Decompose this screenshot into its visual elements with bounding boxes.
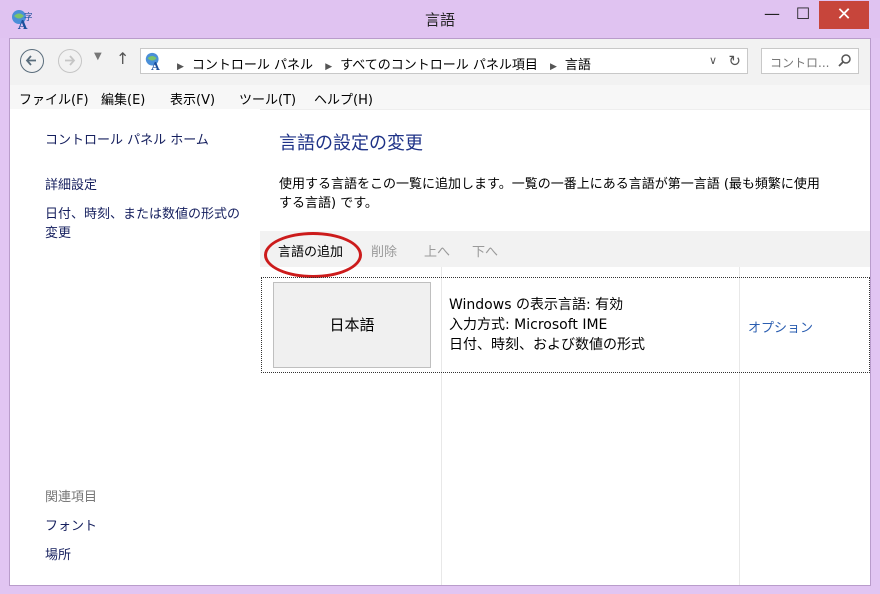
options-link[interactable]: オプション [748,317,813,336]
close-button[interactable]: ✕ [819,1,869,29]
format-status: 日付、時刻、および数値の形式 [449,337,645,353]
language-info: Windows の表示言語: 有効 入力方式: Microsoft IME 日付… [449,295,645,355]
menu-help[interactable]: ヘルプ(H) [314,89,373,108]
breadcrumb-separator-icon: ▶ [177,62,184,72]
window-client: ▼ ↑ A ▶ コントロール パネル ▶ すべてのコントロール パネル項目 ▶ 言語 … [9,38,871,586]
language-address-icon: A [144,51,164,75]
menu-edit[interactable]: 編集(E) [101,89,145,108]
language-toolbar: 言語の追加 削除 上へ 下へ [260,231,870,278]
menu-bar: ファイル(F) 編集(E) 表示(V) ツール(T) ヘルプ(H) [10,85,870,110]
advanced-settings-link[interactable]: 詳細設定 [45,174,97,193]
main-content: 言語の設定の変更 使用する言語をこの一覧に追加します。一覧の一番上にある言語が第… [260,109,870,585]
breadcrumb: ▶ コントロール パネル ▶ すべてのコントロール パネル項目 ▶ 言語 [169,54,591,73]
up-arrow-icon[interactable]: ↑ [116,49,129,68]
search-placeholder: コントロ... [770,56,830,70]
breadcrumb-item[interactable]: 言語 [565,58,591,73]
datetime-format-link-line2[interactable]: 変更 [45,222,71,241]
input-method-status: 入力方式: Microsoft IME [449,317,608,333]
breadcrumb-item[interactable]: コントロール パネル [192,58,313,73]
menu-file[interactable]: ファイル(F) [19,89,89,108]
forward-button[interactable] [58,49,82,73]
window-title: 言語 [424,11,455,29]
location-link[interactable]: 場所 [45,544,71,563]
page-title: 言語の設定の変更 [279,133,423,154]
fonts-link[interactable]: フォント [45,515,97,534]
search-icon[interactable] [838,53,852,71]
maximize-button[interactable]: ☐ [788,1,818,29]
address-history-chevron-icon[interactable]: ∨ [709,54,717,67]
title-bar[interactable]: A 字 言語 — ☐ ✕ [0,0,880,38]
page-description: 使用する言語をこの一覧に追加します。一覧の一番上にある言語が第一言語 (最も頻繁… [279,175,859,213]
search-input[interactable]: コントロ... [761,48,859,74]
control-panel-home-link[interactable]: コントロール パネル ホーム [45,129,209,148]
display-language-status: Windows の表示言語: 有効 [449,297,624,313]
navigation-bar: ▼ ↑ A ▶ コントロール パネル ▶ すべてのコントロール パネル項目 ▶ 言語 … [10,39,870,85]
minimize-button[interactable]: — [757,1,787,29]
language-list[interactable]: 日本語 Windows の表示言語: 有効 入力方式: Microsoft IM… [261,277,870,373]
description-line: する言語) です。 [279,196,378,211]
breadcrumb-separator-icon[interactable]: ▶ [550,62,557,72]
menu-view[interactable]: 表示(V) [170,89,215,108]
language-window: A 字 言語 — ☐ ✕ ▼ ↑ A ▶ コントロール パネル ▶ すべてのコン… [0,0,880,594]
language-name-button[interactable]: 日本語 [273,282,431,368]
recent-pages-dropdown-icon[interactable]: ▼ [94,51,102,62]
datetime-format-link[interactable]: 日付、時刻、または数値の形式の [45,203,240,222]
svg-text:A: A [150,60,160,71]
menu-tools[interactable]: ツール(T) [239,89,296,108]
remove-button[interactable]: 削除 [371,241,397,260]
breadcrumb-item[interactable]: すべてのコントロール パネル項目 [340,58,538,73]
back-button[interactable] [20,49,44,73]
left-pane: コントロール パネル ホーム 詳細設定 日付、時刻、または数値の形式の 変更 関… [10,109,260,585]
address-bar[interactable]: A ▶ コントロール パネル ▶ すべてのコントロール パネル項目 ▶ 言語 ∨ ↻ [140,48,748,74]
highlight-circle [264,232,362,278]
related-items-header: 関連項目 [45,490,98,505]
move-down-button[interactable]: 下へ [472,241,498,260]
move-up-button[interactable]: 上へ [424,241,450,260]
refresh-icon[interactable]: ↻ [728,52,741,70]
description-line: 使用する言語をこの一覧に追加します。一覧の一番上にある言語が第一言語 (最も頻繁… [279,177,820,192]
breadcrumb-separator-icon[interactable]: ▶ [325,62,332,72]
